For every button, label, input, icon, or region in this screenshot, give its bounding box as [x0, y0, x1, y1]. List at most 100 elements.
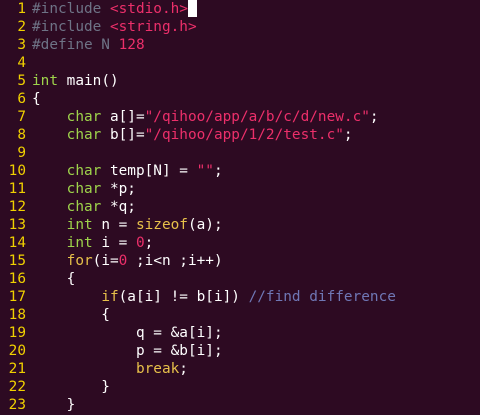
code-line[interactable]: 12 char *q; — [0, 198, 480, 216]
code-token: ; — [343, 127, 353, 143]
code-token: #include — [32, 19, 110, 35]
text-cursor — [187, 0, 197, 17]
line-number: 21 — [8, 361, 26, 377]
code-line[interactable]: 4 — [0, 54, 480, 72]
code-line[interactable]: 3 #define N 128 — [0, 36, 480, 54]
code-token: int — [66, 235, 93, 251]
code-token: a[]= — [101, 109, 145, 125]
code-token: char — [66, 127, 102, 143]
code-token: "/qihoo/app/a/b/c/d/new.c" — [144, 109, 370, 125]
line-number: 5 — [17, 73, 26, 89]
code-token: sizeof — [135, 217, 188, 233]
code-token: *p; — [101, 181, 136, 197]
code-line[interactable]: 7 char a[]="/qihoo/app/a/b/c/d/new.c"; — [0, 108, 480, 126]
line-number: 22 — [8, 379, 26, 395]
line-number: 16 — [8, 271, 26, 287]
code-line[interactable]: 9 — [0, 144, 480, 162]
line-number: 6 — [17, 91, 26, 107]
code-token: (i= — [92, 253, 119, 269]
code-line[interactable]: 6{ — [0, 90, 480, 108]
code-line[interactable]: 11 char *p; — [0, 180, 480, 198]
code-line[interactable]: 2 #include <string.h> — [0, 18, 480, 36]
code-token: #include — [32, 1, 110, 17]
line-number: 10 — [8, 163, 26, 179]
line-number: 18 — [8, 307, 26, 323]
code-token: i = — [92, 235, 136, 251]
code-line[interactable]: 1 #include <stdio.h> — [0, 0, 480, 18]
code-token: (a); — [187, 217, 223, 233]
code-line[interactable]: 21 break; — [0, 360, 480, 378]
code-token: int — [66, 217, 93, 233]
code-line[interactable]: 10 char temp[N] = ""; — [0, 162, 480, 180]
code-token: "" — [196, 163, 214, 179]
code-line[interactable]: 16 { — [0, 270, 480, 288]
code-token: ;i<n ;i++) — [127, 253, 223, 269]
code-line[interactable]: 22 } — [0, 378, 480, 396]
code-token: int — [32, 73, 58, 89]
code-line[interactable]: 20 p = &b[i]; — [0, 342, 480, 360]
code-token: } — [32, 379, 110, 395]
code-token: { — [32, 271, 76, 287]
code-token: q = &a[i]; — [32, 325, 223, 341]
line-number: 9 — [17, 145, 26, 161]
line-number: 12 — [8, 199, 26, 215]
code-line[interactable]: 8 char b[]="/qihoo/app/1/2/test.c"; — [0, 126, 480, 144]
line-number: 23 — [8, 397, 26, 413]
code-token: char — [66, 163, 102, 179]
code-token: n = — [92, 217, 136, 233]
code-token: (a[i] != b[i]) — [118, 289, 249, 305]
code-line[interactable]: 23 } — [0, 396, 480, 414]
code-token: p = &b[i]; — [32, 343, 223, 359]
line-number: 14 — [8, 235, 26, 251]
code-token: { — [32, 91, 41, 107]
line-number: 1 — [17, 1, 26, 17]
line-number: 4 — [17, 55, 26, 71]
code-token: 0 — [135, 235, 145, 251]
code-token: temp[N] = — [101, 163, 197, 179]
code-token: char — [66, 181, 102, 197]
code-token: <stdio.h> — [109, 1, 188, 17]
code-line[interactable]: 13 int n = sizeof(a); — [0, 216, 480, 234]
line-number: 3 — [17, 37, 26, 53]
code-line[interactable]: 15 for(i=0 ;i<n ;i++) — [0, 252, 480, 270]
code-token: main() — [58, 73, 119, 89]
line-number: 2 — [17, 19, 26, 35]
code-token: ; — [144, 235, 154, 251]
code-line[interactable]: 5 int main() — [0, 72, 480, 90]
code-editor[interactable]: 1 #include <stdio.h> 2 #include <string.h> 3… — [0, 0, 480, 415]
code-token: } — [32, 397, 76, 413]
code-token: *q; — [101, 199, 136, 215]
line-number: 17 — [8, 289, 26, 305]
code-token: <string.h> — [109, 19, 197, 35]
code-line[interactable]: 17 if(a[i] != b[i]) //find difference — [0, 288, 480, 306]
line-number: 7 — [17, 109, 26, 125]
line-number: 13 — [8, 217, 26, 233]
code-token: break — [135, 361, 180, 377]
code-token: char — [66, 109, 102, 125]
code-token: if — [101, 289, 119, 305]
code-token: { — [32, 307, 110, 323]
line-number: 15 — [8, 253, 26, 269]
code-token: "/qihoo/app/1/2/test.c" — [144, 127, 344, 143]
code-line[interactable]: 18 { — [0, 306, 480, 324]
code-token: ; — [179, 361, 188, 377]
line-number: 19 — [8, 325, 26, 341]
line-number: 11 — [8, 181, 26, 197]
code-token: ; — [213, 163, 223, 179]
code-line[interactable]: 14 int i = 0; — [0, 234, 480, 252]
line-number: 8 — [17, 127, 26, 143]
code-token: //find difference — [248, 289, 396, 305]
code-token: #define N — [32, 37, 119, 53]
line-number: 20 — [8, 343, 26, 359]
code-token: b[]= — [101, 127, 145, 143]
code-line[interactable]: 19 q = &a[i]; — [0, 324, 480, 342]
